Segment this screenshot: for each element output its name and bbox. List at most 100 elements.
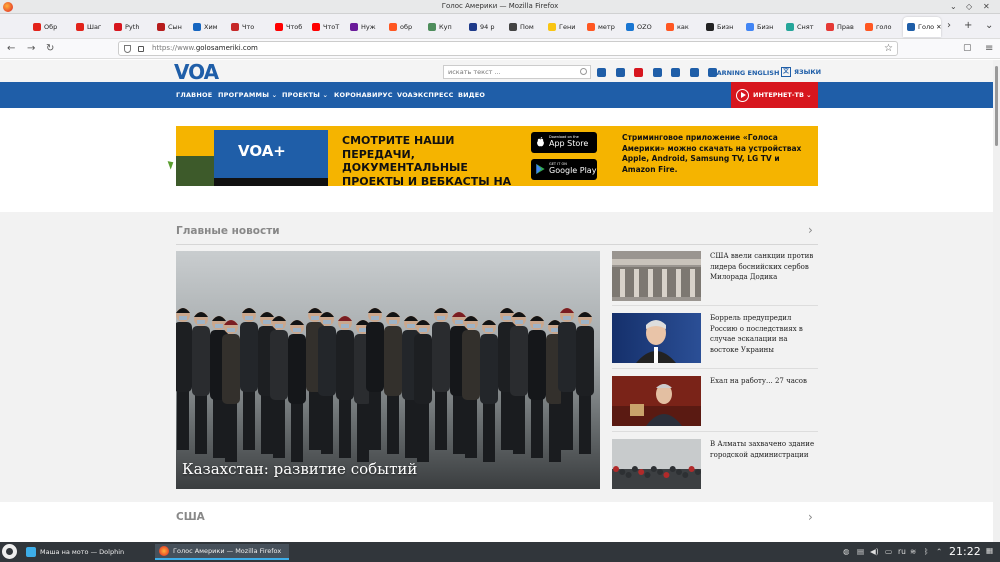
- application-launcher-icon[interactable]: [2, 544, 17, 559]
- url-bar[interactable]: https://www.golosameriki.com ☆: [118, 41, 898, 56]
- side-news-title[interactable]: США ввели санкции против лидера боснийск…: [710, 251, 818, 283]
- menu-item-coronavirus[interactable]: КОРОНАВИРУС: [334, 91, 393, 99]
- browser-tab[interactable]: Куп: [428, 20, 464, 34]
- side-news-item[interactable]: Ехал на работу... 27 часов: [612, 376, 818, 428]
- browser-tab[interactable]: Гени: [548, 20, 584, 34]
- wifi-icon[interactable]: ≋: [910, 547, 916, 556]
- new-tab-button[interactable]: +: [964, 21, 972, 31]
- internet-tv-button[interactable]: ИНТЕРНЕТ-ТВ ⌄: [731, 82, 818, 108]
- app-menu-button[interactable]: ≡: [985, 43, 993, 54]
- browser-tab[interactable]: Бизн: [706, 20, 742, 34]
- chevron-right-icon[interactable]: ›: [808, 223, 813, 237]
- side-news-item[interactable]: Боррель предупредил Россию о последствия…: [612, 313, 818, 365]
- browser-tab[interactable]: Шаг: [76, 20, 112, 34]
- browser-tab[interactable]: Хим: [193, 20, 229, 34]
- browser-tab[interactable]: метр: [587, 20, 623, 34]
- side-news-title[interactable]: В Алматы захвачено здание городской адми…: [710, 439, 818, 460]
- pocket-icon[interactable]: ▢: [963, 43, 972, 54]
- tab-list-button[interactable]: ⌄: [985, 21, 993, 31]
- browser-tab[interactable]: Что: [231, 20, 267, 34]
- side-news-title[interactable]: Ехал на работу... 27 часов: [710, 376, 818, 387]
- tab-scroll-button[interactable]: ›: [947, 21, 951, 31]
- chevron-right-icon[interactable]: ›: [808, 510, 813, 524]
- clock[interactable]: 21:22: [949, 545, 981, 558]
- network-manager-icon[interactable]: ◍: [843, 547, 850, 556]
- voa-plus-banner[interactable]: VOA+ СМОТРИТЕ НАШИ ПЕРЕДАЧИ, ДОКУМЕНТАЛЬ…: [176, 126, 818, 186]
- browser-tab[interactable]: Снят: [786, 20, 822, 34]
- page-scrollbar[interactable]: [993, 60, 1000, 542]
- browser-tab[interactable]: Обр: [33, 20, 69, 34]
- browser-tab[interactable]: Пом: [509, 20, 545, 34]
- tab-label: Снят: [797, 23, 814, 31]
- search-icon[interactable]: [580, 68, 587, 75]
- tracking-shield-icon[interactable]: [124, 45, 131, 53]
- task-firefox[interactable]: Голос Америки — Mozilla Firefox: [155, 544, 289, 560]
- tray-expand-icon[interactable]: ⌃: [936, 547, 942, 556]
- browser-tab[interactable]: Сын: [157, 20, 193, 34]
- volume-icon[interactable]: ◀): [870, 547, 879, 556]
- side-news-item[interactable]: В Алматы захвачено здание городской адми…: [612, 439, 818, 491]
- browser-tab[interactable]: Прав: [826, 20, 862, 34]
- hero-story[interactable]: Казахстан: развитие событий: [176, 251, 600, 489]
- bookmark-star-icon[interactable]: ☆: [884, 43, 893, 54]
- menu-item-programs[interactable]: ПРОГРАММЫ ⌄: [218, 91, 277, 99]
- browser-tab[interactable]: 94 р: [469, 20, 505, 34]
- minimize-button[interactable]: ⌄: [950, 2, 957, 12]
- maximize-button[interactable]: ◇: [966, 2, 972, 12]
- tab-active[interactable]: Голо ✕: [903, 17, 941, 37]
- browser-tab[interactable]: Pyth: [114, 20, 150, 34]
- search-input[interactable]: [444, 66, 574, 78]
- menu-item-video[interactable]: ВИДЕО: [458, 91, 485, 99]
- section-title[interactable]: США: [176, 511, 205, 523]
- folder-icon: [26, 547, 36, 557]
- hero-caption[interactable]: Казахстан: развитие событий: [182, 460, 417, 478]
- keyboard-layout[interactable]: ru: [898, 547, 906, 556]
- side-news-title[interactable]: Боррель предупредил Россию о последствия…: [710, 313, 818, 355]
- banner-headline: СМОТРИТЕ НАШИ ПЕРЕДАЧИ, ДОКУМЕНТАЛЬНЫЕ П…: [342, 134, 512, 186]
- browser-tab[interactable]: голо: [865, 20, 901, 34]
- facebook-icon[interactable]: [597, 68, 606, 77]
- tab-label: обр: [400, 23, 413, 31]
- site-search[interactable]: [443, 65, 591, 79]
- app-store-button[interactable]: Download on the App Store: [531, 132, 597, 153]
- storage-icon[interactable]: ▭: [885, 547, 892, 556]
- forward-button[interactable]: →: [27, 43, 35, 54]
- languages-link[interactable]: 文 ЯЗЫКИ: [781, 67, 821, 77]
- learning-english-link[interactable]: LEARNING ENGLISH: [708, 69, 779, 77]
- tab-label: Голо: [918, 23, 935, 31]
- show-desktop-icon[interactable]: ▦: [986, 546, 993, 555]
- browser-tab[interactable]: OZO: [626, 20, 662, 34]
- menu-item-main[interactable]: ГЛАВНОЕ: [176, 91, 212, 99]
- browser-tab[interactable]: Чтоб: [275, 20, 311, 34]
- reload-button[interactable]: ↻: [46, 43, 54, 54]
- url-text[interactable]: https://www.golosameriki.com: [152, 44, 258, 52]
- side-news-item[interactable]: США ввели санкции против лидера боснийск…: [612, 251, 818, 303]
- task-dolphin[interactable]: Маша на мото — Dolphin: [22, 544, 152, 560]
- close-tab-icon[interactable]: ✕: [936, 23, 941, 31]
- twitter-icon[interactable]: [615, 68, 625, 77]
- lock-icon[interactable]: [138, 46, 144, 52]
- ok-icon[interactable]: [689, 68, 699, 77]
- telegram-icon[interactable]: [671, 68, 680, 77]
- scrollbar-thumb[interactable]: [995, 66, 998, 146]
- clipboard-icon[interactable]: ▤: [857, 547, 864, 556]
- close-window-button[interactable]: ✕: [983, 2, 990, 12]
- browser-tab[interactable]: обр: [389, 20, 425, 34]
- google-play-button[interactable]: GET IT ON Google Play: [531, 159, 597, 180]
- menu-item-voaexpress[interactable]: VOAЭКСПРЕСС: [397, 91, 454, 99]
- bluetooth-icon[interactable]: ᛒ: [924, 547, 929, 556]
- browser-tab[interactable]: Бизн: [746, 20, 782, 34]
- back-button[interactable]: ←: [7, 43, 15, 54]
- section-title[interactable]: Главные новости: [176, 225, 280, 237]
- voa-logo[interactable]: VOA: [174, 62, 219, 82]
- favicon-icon: [469, 23, 477, 31]
- browser-tab[interactable]: как: [666, 20, 702, 34]
- vk-icon[interactable]: [652, 68, 662, 77]
- youtube-icon[interactable]: [634, 68, 643, 77]
- browser-tab[interactable]: ЧтоТ: [312, 20, 348, 34]
- tab-label: Куп: [439, 23, 452, 31]
- favicon-icon: [114, 23, 122, 31]
- browser-tab[interactable]: Нуж: [350, 20, 386, 34]
- menu-item-projects[interactable]: ПРОЕКТЫ ⌄: [282, 91, 328, 99]
- treasury-thumbnail: [612, 251, 701, 301]
